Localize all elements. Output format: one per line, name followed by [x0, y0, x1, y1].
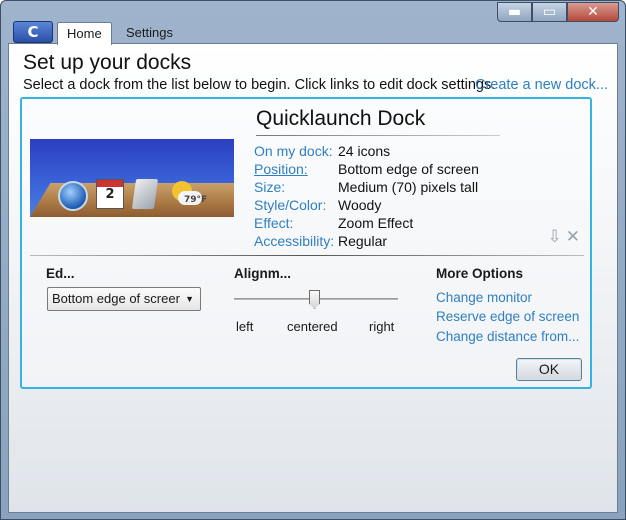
detail-label-contents[interactable]: On my dock: — [254, 143, 338, 161]
detail-label-style[interactable]: Style/Color: — [254, 197, 338, 215]
maximize-icon: ▭ — [542, 4, 557, 20]
change-distance-link[interactable]: Change distance from... — [436, 329, 579, 344]
edge-dropdown[interactable]: Bottom edge of screen ▼ — [47, 287, 201, 311]
section-divider — [30, 255, 584, 256]
detail-row: Position: Bottom edge of screen — [254, 161, 479, 179]
detail-row: Effect: Zoom Effect — [254, 215, 479, 233]
tick-right: right — [369, 319, 395, 334]
detail-value-effect: Zoom Effect — [338, 215, 414, 231]
weather-temp: 79°F — [184, 195, 208, 205]
calendar-day: 2 — [105, 187, 115, 202]
title-underline — [256, 135, 500, 136]
detail-value-accessibility: Regular — [338, 233, 388, 249]
edge-label: Ed... — [46, 266, 75, 281]
window-controls: ▬ ▭ ✕ — [497, 2, 619, 24]
window-frame: C Home Settings ▬ ▭ ✕ Set up your docks … — [0, 0, 626, 520]
calendar-icon: 2 — [96, 179, 124, 209]
windows-start-icon — [58, 181, 88, 211]
detail-label-accessibility[interactable]: Accessibility: — [254, 233, 338, 251]
page-title: Set up your docks — [23, 51, 192, 74]
download-icon[interactable]: ⇩ — [548, 227, 562, 247]
tab-home[interactable]: Home — [57, 22, 112, 45]
dock-name: Quicklaunch Dock — [256, 107, 426, 130]
ok-button[interactable]: OK — [516, 358, 582, 381]
minimize-icon: ▬ — [507, 4, 522, 20]
maximize-button[interactable]: ▭ — [532, 2, 567, 22]
detail-value-contents: 24 icons — [338, 143, 391, 159]
detail-value-position: Bottom edge of screen — [338, 161, 479, 177]
detail-label-effect[interactable]: Effect: — [254, 215, 338, 233]
weather-icon: 79°F — [168, 181, 207, 207]
app-menu-button[interactable]: C — [13, 21, 53, 43]
delete-x-icon[interactable]: ✕ — [566, 227, 580, 247]
detail-row: Accessibility: Regular — [254, 233, 479, 251]
detail-label-size[interactable]: Size: — [254, 179, 338, 197]
chevron-down-icon: ▼ — [185, 294, 194, 304]
more-options-title: More Options — [436, 266, 523, 281]
detail-value-size: Medium (70) pixels tall — [338, 179, 479, 195]
alignment-label: Alignm... — [234, 266, 291, 281]
edge-selected-value: Bottom edge of screen — [52, 291, 180, 306]
detail-label-position[interactable]: Position: — [254, 161, 338, 179]
detail-value-style: Woody — [338, 197, 382, 213]
create-dock-link[interactable]: Create a new dock... — [475, 77, 615, 93]
minimize-button[interactable]: ▬ — [497, 2, 532, 22]
detail-row: On my dock: 24 icons — [254, 143, 479, 161]
detail-row: Size: Medium (70) pixels tall — [254, 179, 479, 197]
close-icon: ✕ — [587, 4, 599, 20]
reserve-edge-link[interactable]: Reserve edge of screen — [436, 309, 579, 324]
dock-panel[interactable]: 2 79°F Quicklaunch Dock On my dock: 24 i… — [20, 97, 592, 389]
alignment-slider-thumb[interactable] — [309, 290, 320, 309]
detail-row: Style/Color: Woody — [254, 197, 479, 215]
tick-left: left — [236, 319, 254, 334]
dock-row-actions: ⇩ ✕ — [548, 227, 581, 247]
dock-details: On my dock: 24 icons Position: Bottom ed… — [254, 143, 479, 251]
change-monitor-link[interactable]: Change monitor — [436, 290, 532, 305]
tab-settings[interactable]: Settings — [117, 22, 182, 44]
close-button[interactable]: ✕ — [567, 2, 619, 22]
tick-centered: centered — [287, 319, 338, 334]
document-icon — [131, 179, 159, 209]
page-instructions: Select a dock from the list below to beg… — [23, 77, 496, 93]
dock-preview[interactable]: 2 79°F — [30, 139, 234, 217]
